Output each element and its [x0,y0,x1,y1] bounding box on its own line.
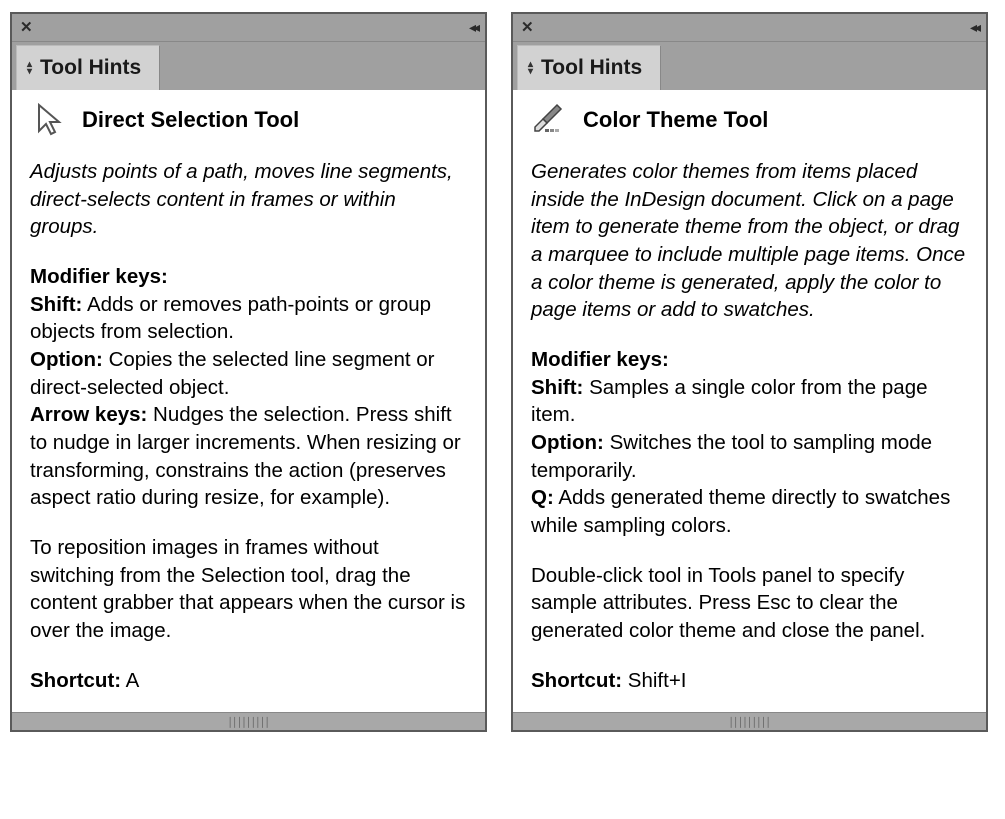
panel-statusbar: │││││││││ [513,712,986,730]
tool-header: Direct Selection Tool [30,102,467,138]
modifier-row: Arrow keys: Nudges the selection. Press … [30,401,467,512]
shortcut-row: Shortcut: Shift+I [531,667,968,695]
extra-text: Double-click tool in Tools panel to spec… [531,562,968,645]
modifier-key: Shift: [30,293,82,316]
modifier-key: Q: [531,486,554,509]
tab-tool-hints[interactable]: ▴▾ Tool Hints [517,45,661,90]
modifier-keys-section: Modifier keys: Shift: Samples a single c… [531,346,968,540]
shortcut-value: Shift+I [622,669,686,692]
resize-grip-icon[interactable]: │││││││││ [228,717,270,727]
modifier-heading: Modifier keys: [30,263,467,291]
modifier-key: Arrow keys: [30,403,147,426]
shortcut-row: Shortcut: A [30,667,467,695]
tab-grip-icon: ▴▾ [528,62,533,75]
direct-selection-icon [30,102,66,138]
extra-text: To reposition images in frames without s… [30,534,467,645]
panel-titlebar: ✕ ◂◂ [12,14,485,42]
collapse-icon[interactable]: ◂◂ [970,19,978,36]
tab-grip-icon: ▴▾ [27,62,32,75]
modifier-row: Shift: Adds or removes path-points or gr… [30,291,467,346]
modifier-text: Adds generated theme directly to swatche… [531,486,950,537]
tab-label: Tool Hints [541,56,642,80]
tool-hints-panel: ✕ ◂◂ ▴▾ Tool Hints Color Theme Tool Gene… [511,12,988,732]
modifier-row: Option: Switches the tool to sampling mo… [531,429,968,484]
tool-title: Color Theme Tool [583,105,768,135]
resize-grip-icon[interactable]: │││││││││ [729,717,771,727]
panel-content: Direct Selection Tool Adjusts points of … [12,90,485,712]
modifier-row: Q: Adds generated theme directly to swat… [531,484,968,539]
modifier-text: Adds or removes path-points or group obj… [30,293,431,344]
shortcut-label: Shortcut: [30,669,121,692]
modifier-text: Samples a single color from the page ite… [531,376,928,427]
modifier-heading: Modifier keys: [531,346,968,374]
modifier-key: Shift: [531,376,583,399]
close-icon[interactable]: ✕ [521,20,534,35]
modifier-row: Option: Copies the selected line segment… [30,346,467,401]
tool-header: Color Theme Tool [531,102,968,138]
eyedropper-icon [531,102,567,138]
close-icon[interactable]: ✕ [20,20,33,35]
modifier-row: Shift: Samples a single color from the p… [531,374,968,429]
panel-tabbar: ▴▾ Tool Hints [12,42,485,90]
panel-titlebar: ✕ ◂◂ [513,14,986,42]
tool-description: Generates color themes from items placed… [531,158,968,324]
panel-statusbar: │││││││││ [12,712,485,730]
tab-tool-hints[interactable]: ▴▾ Tool Hints [16,45,160,90]
modifier-key: Option: [30,348,103,371]
panel-content: Color Theme Tool Generates color themes … [513,90,986,712]
tool-title: Direct Selection Tool [82,105,299,135]
tab-label: Tool Hints [40,56,141,80]
modifier-key: Option: [531,431,604,454]
shortcut-label: Shortcut: [531,669,622,692]
modifier-keys-section: Modifier keys: Shift: Adds or removes pa… [30,263,467,512]
tool-hints-panel: ✕ ◂◂ ▴▾ Tool Hints Direct Selection Tool… [10,12,487,732]
shortcut-value: A [121,669,139,692]
collapse-icon[interactable]: ◂◂ [469,19,477,36]
tool-description: Adjusts points of a path, moves line seg… [30,158,467,241]
panel-tabbar: ▴▾ Tool Hints [513,42,986,90]
